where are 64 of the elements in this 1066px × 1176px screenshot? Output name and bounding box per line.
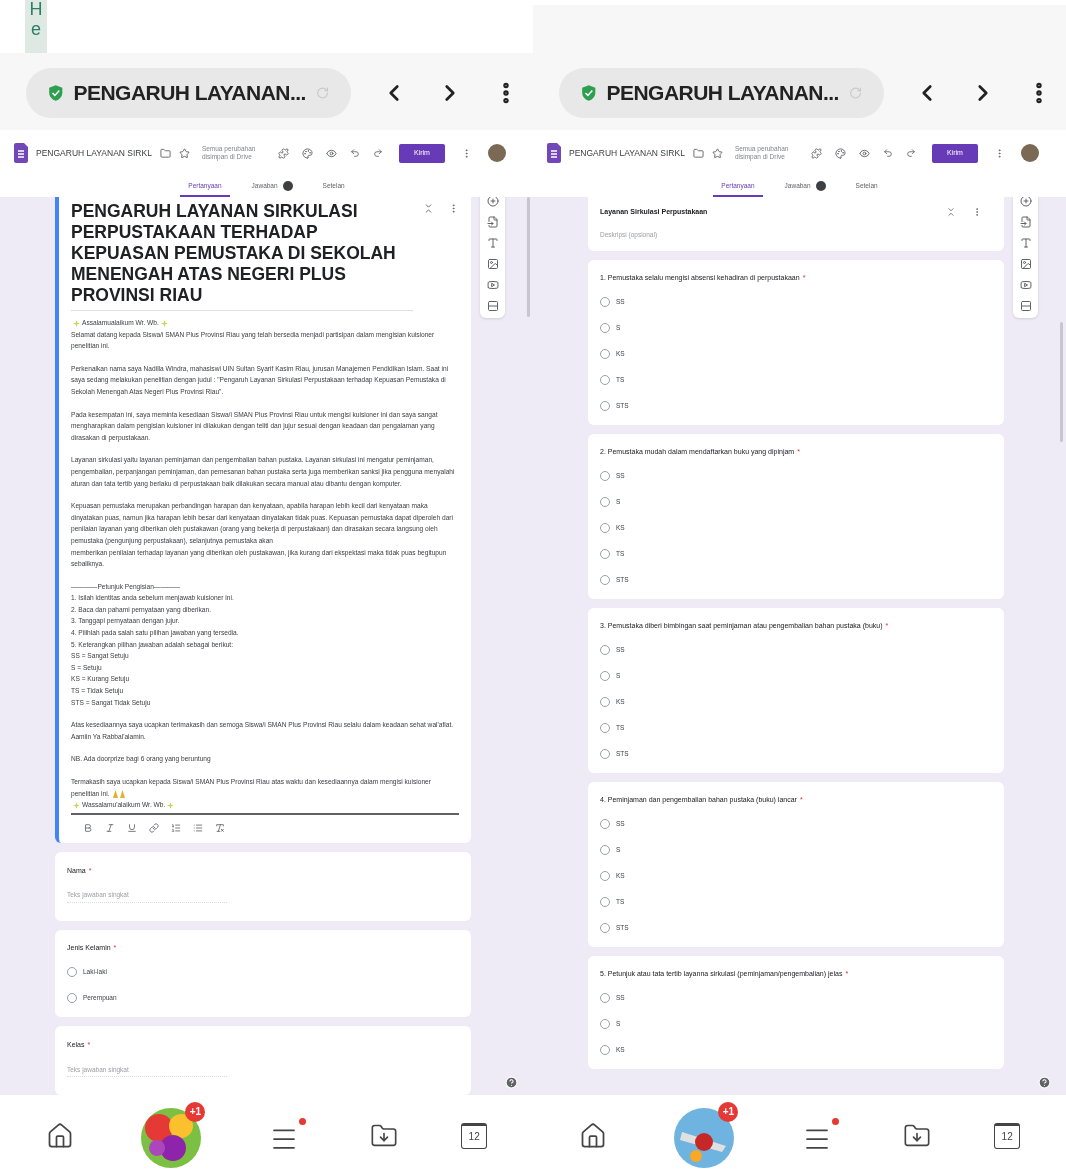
collapse-icon[interactable] bbox=[946, 207, 956, 217]
star-icon[interactable] bbox=[711, 147, 723, 159]
folder-icon[interactable] bbox=[692, 147, 704, 159]
underline-icon[interactable] bbox=[127, 822, 137, 833]
import-icon[interactable] bbox=[1019, 216, 1032, 228]
redo-icon[interactable] bbox=[372, 148, 383, 158]
link-icon[interactable] bbox=[149, 822, 159, 833]
vertical-text: He bbox=[25, 0, 47, 53]
bold-icon[interactable] bbox=[83, 822, 93, 833]
game-app-button[interactable]: +1 bbox=[137, 1101, 206, 1170]
video-icon[interactable] bbox=[486, 279, 499, 291]
address-bar[interactable]: PENGARUH LAYANAN... bbox=[26, 68, 351, 118]
calendar-button[interactable]: 12 bbox=[994, 1122, 1021, 1149]
sparkle-icon bbox=[73, 319, 80, 327]
italic-icon[interactable] bbox=[105, 822, 115, 833]
redo-icon[interactable] bbox=[905, 148, 916, 158]
palette-icon[interactable] bbox=[301, 147, 313, 159]
undo-icon[interactable] bbox=[882, 148, 893, 158]
document-title[interactable]: PENGARUH LAYANAN SIRKL bbox=[569, 146, 685, 160]
avatar[interactable] bbox=[1020, 144, 1039, 162]
folder-icon[interactable] bbox=[159, 147, 171, 159]
add-question-icon[interactable] bbox=[1019, 197, 1032, 207]
video-icon[interactable] bbox=[1019, 279, 1032, 291]
add-question-icon[interactable] bbox=[486, 197, 499, 207]
calendar-button[interactable]: 12 bbox=[461, 1122, 488, 1149]
praying-hands-icon bbox=[111, 789, 126, 798]
sparkle-icon bbox=[73, 801, 80, 809]
count-badge bbox=[815, 180, 826, 191]
image-icon[interactable] bbox=[1019, 258, 1032, 270]
sparkle-icon bbox=[160, 319, 168, 327]
notification-badge: +1 bbox=[718, 1101, 739, 1122]
help-icon[interactable] bbox=[1038, 1076, 1051, 1089]
numbered-list-icon[interactable] bbox=[171, 822, 181, 833]
puzzle-icon[interactable] bbox=[810, 147, 822, 159]
star-icon[interactable] bbox=[178, 147, 190, 159]
avatar[interactable] bbox=[487, 144, 506, 162]
bulleted-list-icon[interactable] bbox=[193, 822, 203, 833]
puzzle-icon[interactable] bbox=[277, 147, 289, 159]
game-app-button[interactable]: +1 bbox=[670, 1101, 739, 1170]
palette-icon[interactable] bbox=[834, 147, 846, 159]
title-text-icon[interactable] bbox=[486, 237, 499, 249]
scroll-thumb[interactable] bbox=[527, 197, 530, 317]
forms-logo-icon bbox=[14, 143, 28, 163]
form-title[interactable]: PENGARUH LAYANAN SIRKULASI PERPUSTAKAAN TERHADAP KEPUASAN PEMUSTAKA DI SEKOLAH MENENGAH ATAS NEGERI PLUS PROVINSI RIAU bbox=[71, 201, 413, 311]
page-title: PENGARUH LAYANAN... bbox=[73, 80, 306, 107]
section-icon[interactable] bbox=[486, 300, 499, 312]
clear-formatting-icon[interactable] bbox=[215, 822, 225, 833]
sparkle-icon bbox=[167, 801, 175, 809]
forms-logo-icon bbox=[547, 143, 561, 163]
title-text-icon[interactable] bbox=[1019, 237, 1032, 249]
scroll-thumb[interactable] bbox=[1060, 322, 1063, 442]
preview-icon[interactable] bbox=[325, 147, 337, 159]
preview-icon[interactable] bbox=[858, 147, 870, 159]
address-bar[interactable]: PENGARUH LAYANAN... bbox=[559, 68, 884, 118]
undo-icon[interactable] bbox=[349, 148, 360, 158]
page-title: PENGARUH LAYANAN... bbox=[606, 80, 839, 107]
document-title[interactable]: PENGARUH LAYANAN SIRKL bbox=[36, 146, 152, 160]
image-icon[interactable] bbox=[486, 258, 499, 270]
collapse-icon[interactable] bbox=[423, 203, 434, 214]
import-icon[interactable] bbox=[486, 216, 499, 228]
help-icon[interactable] bbox=[505, 1076, 518, 1089]
notification-badge: +1 bbox=[185, 1101, 206, 1122]
section-icon[interactable] bbox=[1019, 300, 1032, 312]
count-badge bbox=[282, 180, 293, 191]
